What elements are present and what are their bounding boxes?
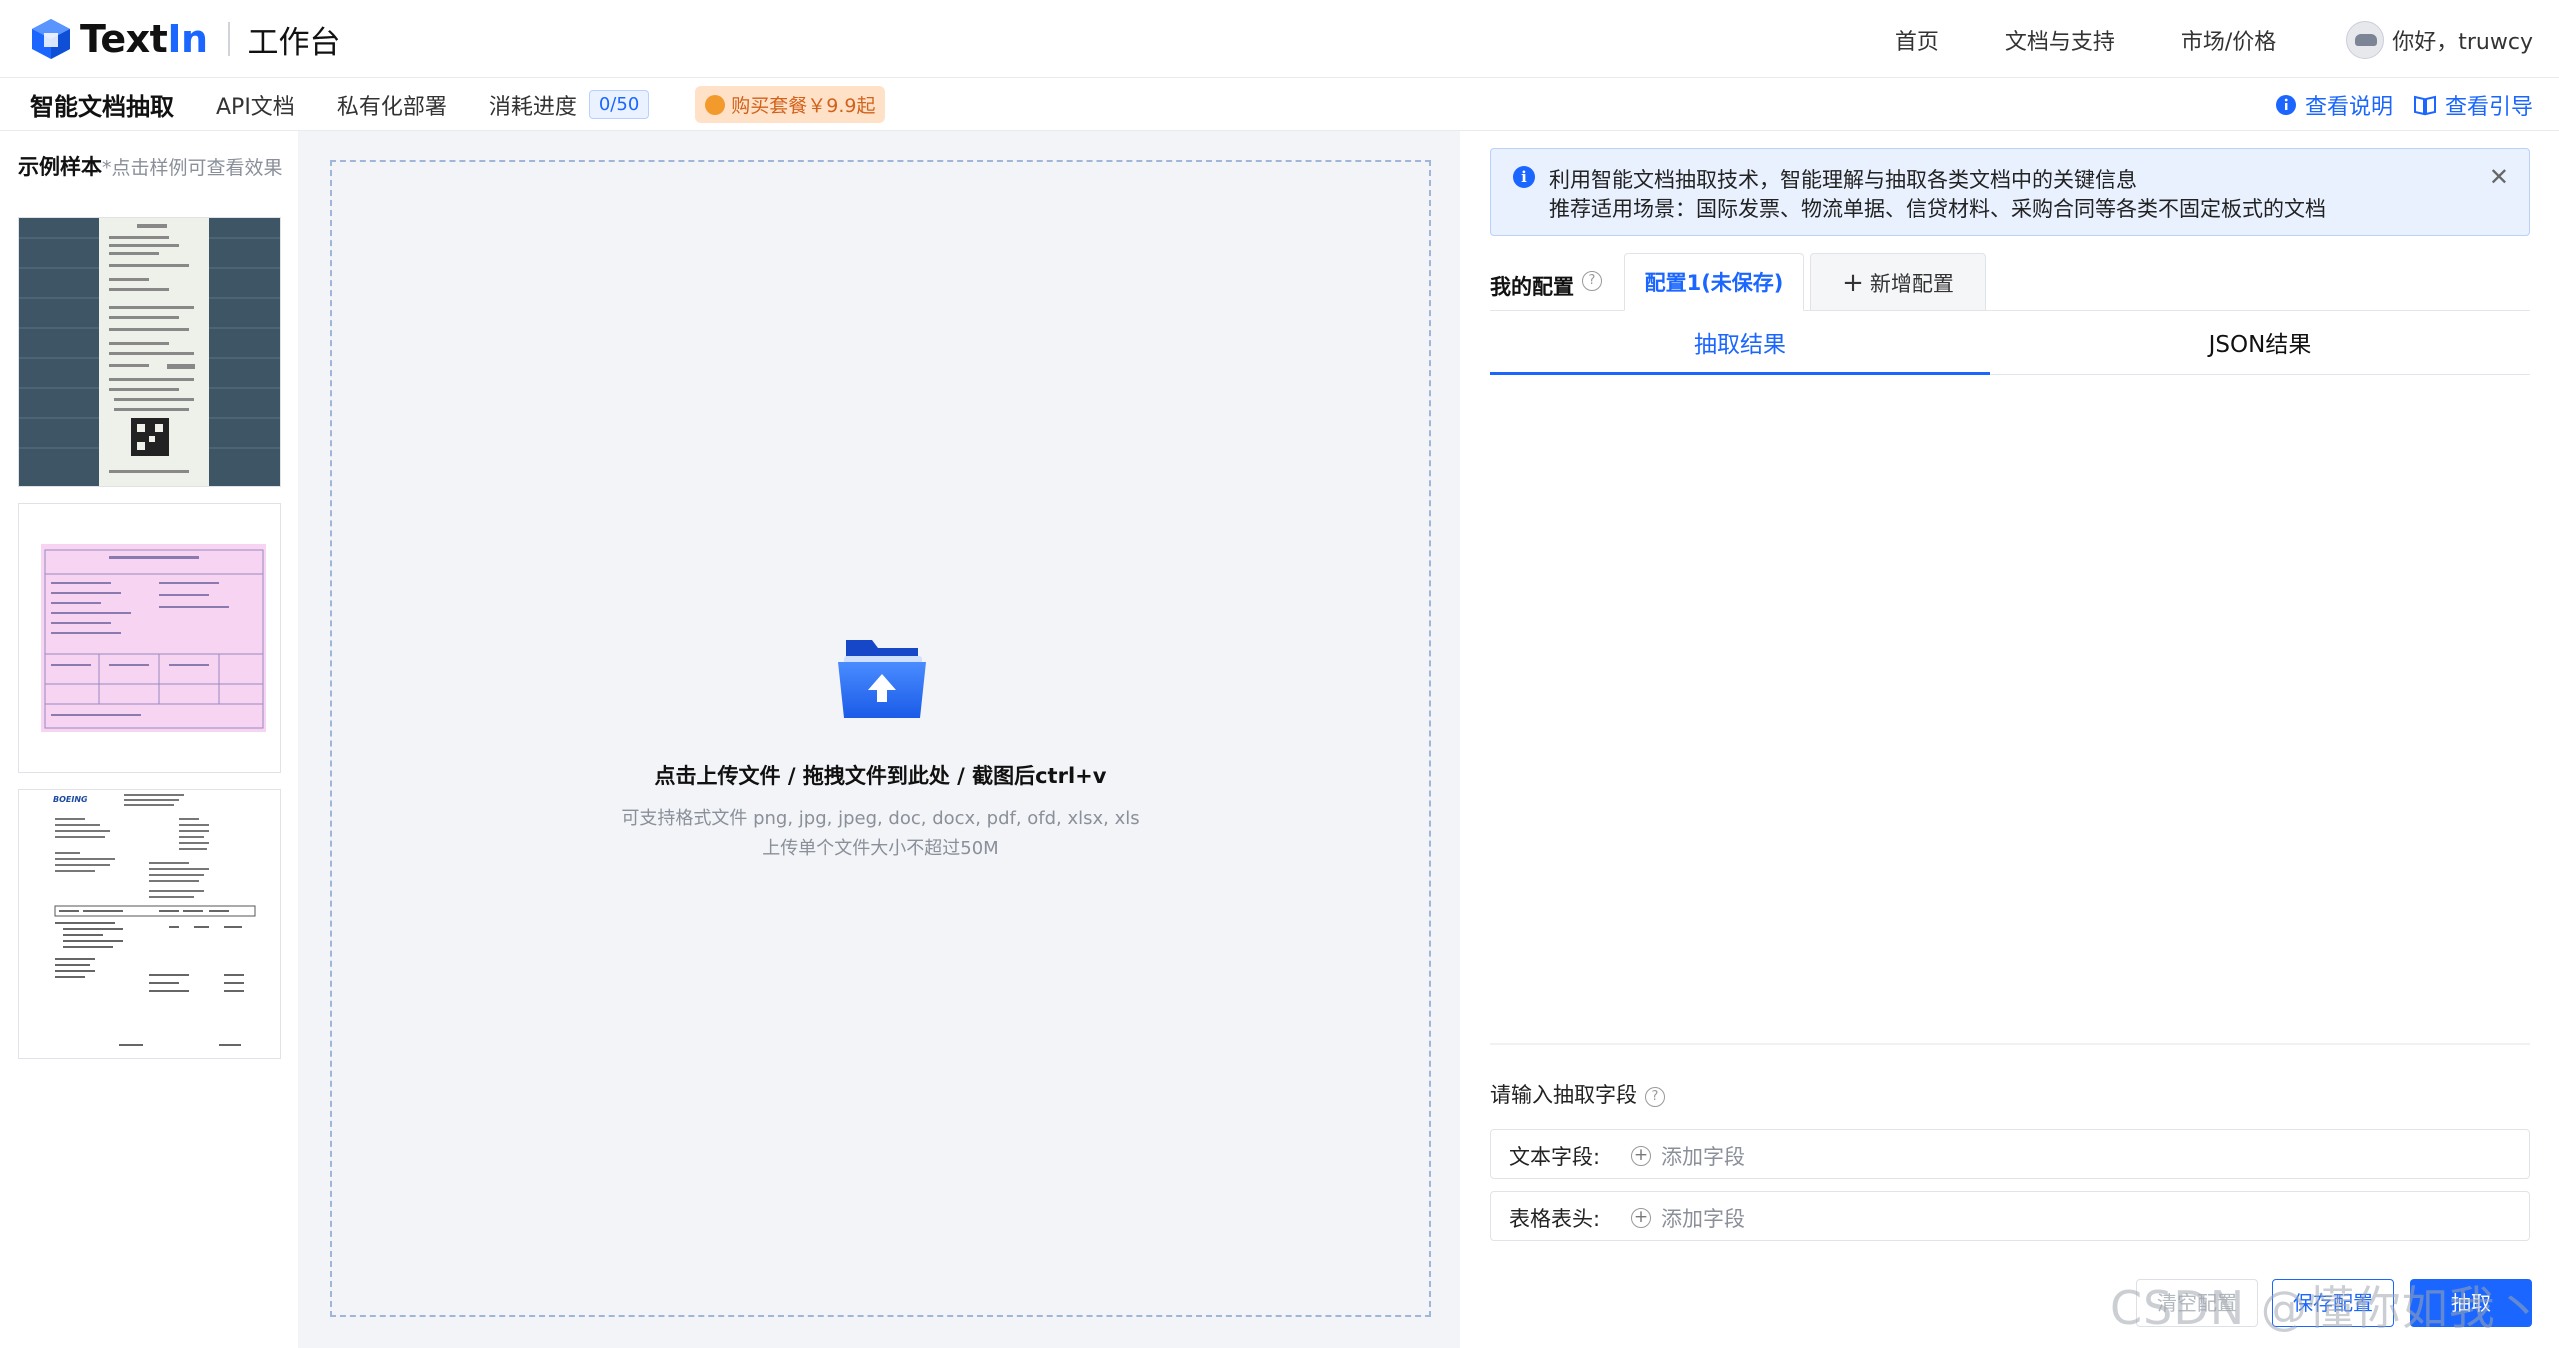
- config-tabs: 我的配置 ? 配置1(未保存) + 新增配置: [1490, 253, 2530, 311]
- add-config-label: 新增配置: [1869, 272, 1954, 296]
- field-input-title-text: 请输入抽取字段: [1490, 1083, 1637, 1107]
- sample-form-thumbnail[interactable]: [18, 503, 281, 773]
- upload-size-limit: 上传单个文件大小不超过50M: [762, 838, 999, 859]
- upload-instruction: 点击上传文件 / 拖拽文件到此处 / 截图后ctrl+v: [654, 764, 1107, 788]
- watermark: CSDN @懂你如我丶: [2110, 1281, 2543, 1335]
- text-field-row: 文本字段: + 添加字段: [1490, 1129, 2530, 1179]
- close-icon[interactable]: ✕: [2489, 163, 2509, 191]
- plus-circle-icon: +: [1631, 1146, 1651, 1166]
- usage-quota-badge: 0/50: [588, 90, 650, 119]
- view-guide-label: 查看引导: [2444, 94, 2533, 120]
- tab-api-docs[interactable]: API文档: [216, 89, 295, 121]
- brand-name: TextIn: [80, 17, 208, 61]
- top-nav: 首页 文档与支持 市场/价格 你好，truwcy: [1829, 18, 2533, 62]
- svg-text:BOEING: BOEING: [53, 795, 88, 804]
- view-instructions-label: 查看说明: [2304, 94, 2393, 120]
- config-panel: i 利用智能文档抽取技术，智能理解与抽取各类文档中的关键信息 推荐适用场景：国际…: [1460, 131, 2559, 1348]
- info-icon: i: [1513, 166, 1535, 188]
- add-text-field-label: 添加字段: [1661, 1145, 1745, 1169]
- tab-extraction-result[interactable]: 抽取结果: [1490, 317, 1990, 375]
- avatar: [2346, 21, 2385, 59]
- user-menu[interactable]: 你好，truwcy: [2346, 21, 2533, 59]
- promo-label: 购买套餐￥9.9起: [731, 95, 876, 117]
- help-icon[interactable]: ?: [1645, 1087, 1665, 1107]
- nav-home[interactable]: 首页: [1895, 24, 1939, 56]
- info-banner: i 利用智能文档抽取技术，智能理解与抽取各类文档中的关键信息 推荐适用场景：国际…: [1490, 148, 2530, 236]
- add-table-header-label: 添加字段: [1661, 1207, 1745, 1231]
- result-tabs: 抽取结果 JSON结果: [1490, 317, 2530, 375]
- add-table-header-button[interactable]: + 添加字段: [1631, 1203, 1745, 1233]
- upload-dropzone[interactable]: 点击上传文件 / 拖拽文件到此处 / 截图后ctrl+v 可支持格式文件 png…: [330, 160, 1431, 1317]
- sub-nav-bar: 智能文档抽取 API文档 私有化部署 消耗进度 0/50 购买套餐￥9.9起 查…: [0, 78, 2559, 131]
- info-line-1: 利用智能文档抽取技术，智能理解与抽取各类文档中的关键信息: [1549, 168, 2137, 192]
- sample-invoice-thumbnail[interactable]: BOEING: [18, 789, 281, 1059]
- my-config-label: 我的配置: [1490, 275, 1574, 299]
- info-line-2: 推荐适用场景：国际发票、物流单据、信贷材料、采购合同等各类不固定板式的文档: [1549, 197, 2326, 221]
- sample-receipt-thumbnail[interactable]: [18, 217, 281, 487]
- tab-config-1[interactable]: 配置1(未保存): [1624, 253, 1804, 311]
- top-header: TextIn 工作台 首页 文档与支持 市场/价格 你好，truwcy: [0, 0, 2559, 78]
- receipt-image: [19, 218, 280, 486]
- view-instructions-link[interactable]: 查看说明: [2275, 89, 2393, 121]
- info-circle-icon: [2275, 94, 2296, 115]
- logo[interactable]: TextIn 工作台: [30, 14, 341, 64]
- view-guide-link[interactable]: 查看引导: [2413, 89, 2533, 121]
- folder-upload-icon: [838, 640, 926, 718]
- plus-icon: +: [1842, 268, 1864, 298]
- upload-formats: 可支持格式文件 png, jpg, jpeg, doc, docx, pdf, …: [621, 808, 1140, 829]
- plus-circle-icon: +: [1631, 1208, 1651, 1228]
- table-header-label: 表格表头:: [1509, 1207, 1601, 1231]
- result-area: [1490, 375, 2530, 1045]
- workspace-title: 工作台: [247, 24, 341, 61]
- user-greeting: 你好，truwcy: [2392, 30, 2533, 55]
- field-input-title: 请输入抽取字段?: [1490, 1079, 1665, 1109]
- promo-button[interactable]: 购买套餐￥9.9起: [695, 86, 886, 123]
- form-image: [19, 504, 280, 772]
- nav-docs-support[interactable]: 文档与支持: [2005, 24, 2115, 56]
- book-icon: [2413, 95, 2436, 115]
- table-header-row: 表格表头: + 添加字段: [1490, 1191, 2530, 1241]
- sample-panel: 示例样本 *点击样例可查看效果 BOEING: [0, 131, 298, 1348]
- help-icon[interactable]: ?: [1582, 271, 1602, 291]
- usage-progress-label: 消耗进度: [488, 94, 577, 120]
- tab-private-deploy[interactable]: 私有化部署: [337, 89, 447, 121]
- samples-hint: *点击样例可查看效果: [102, 157, 283, 179]
- text-field-label: 文本字段:: [1509, 1145, 1601, 1169]
- logo-divider: [227, 22, 230, 56]
- invoice-image: BOEING: [19, 790, 280, 1058]
- textin-cube-icon: [32, 19, 70, 59]
- add-config-button[interactable]: + 新增配置: [1810, 253, 1986, 311]
- tab-smart-extraction[interactable]: 智能文档抽取: [30, 87, 174, 122]
- tab-json-result[interactable]: JSON结果: [1990, 317, 2530, 375]
- coin-icon: [705, 94, 726, 115]
- samples-title: 示例样本: [18, 155, 102, 179]
- nav-market-pricing[interactable]: 市场/价格: [2181, 24, 2276, 56]
- add-text-field-button[interactable]: + 添加字段: [1631, 1141, 1745, 1171]
